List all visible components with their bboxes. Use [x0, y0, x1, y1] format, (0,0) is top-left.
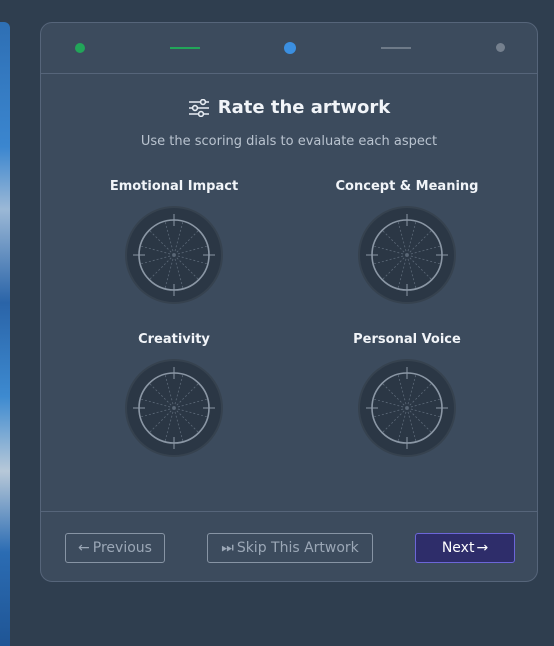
page-title: Rate the artwork [41, 97, 537, 118]
step-connector-upcoming [381, 47, 411, 49]
rating-card: Rate the artwork Use the scoring dials t… [40, 22, 538, 582]
dial-personal-voice: Personal Voice [317, 332, 497, 458]
step-dot-completed [75, 43, 85, 53]
dial-label: Emotional Impact [109, 179, 239, 194]
dial-label: Concept & Meaning [335, 179, 479, 194]
dial-emotional-impact: Emotional Impact [84, 179, 264, 305]
background-artwork-edge [0, 22, 10, 646]
page-title-text: Rate the artwork [217, 97, 391, 118]
scoring-dial[interactable] [357, 358, 457, 458]
dial-label: Personal Voice [353, 332, 461, 347]
next-button[interactable]: Next → [415, 533, 515, 563]
previous-button[interactable]: ← Previous [65, 533, 165, 563]
step-dot-upcoming [496, 43, 505, 52]
step-connector-completed [170, 47, 200, 49]
skip-artwork-button[interactable]: ⏭ Skip This Artwork [207, 533, 373, 563]
step-dot-current [284, 42, 296, 54]
dial-label: Creativity [138, 332, 210, 347]
sliders-icon [188, 98, 209, 117]
arrow-left-icon: ← [78, 540, 90, 556]
arrow-right-icon: → [476, 540, 489, 556]
scoring-dial[interactable] [357, 205, 457, 305]
fast-forward-icon: ⏭ [221, 540, 234, 556]
dial-creativity: Creativity [84, 332, 264, 458]
scoring-dial[interactable] [124, 205, 224, 305]
dial-concept-meaning: Concept & Meaning [317, 179, 497, 305]
scoring-dial[interactable] [124, 358, 224, 458]
step-progress [41, 23, 537, 74]
card-footer: ← Previous ⏭ Skip This Artwork Next → [41, 511, 537, 584]
page-subtitle: Use the scoring dials to evaluate each a… [140, 134, 438, 149]
